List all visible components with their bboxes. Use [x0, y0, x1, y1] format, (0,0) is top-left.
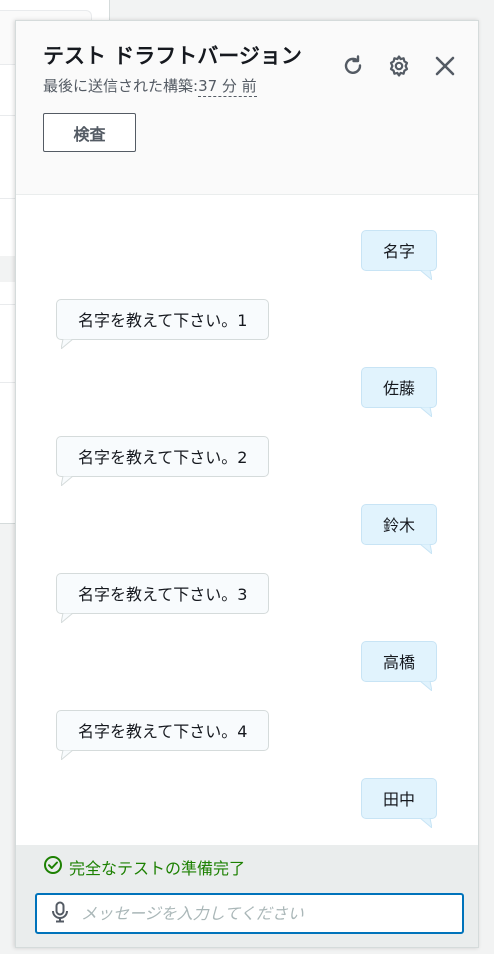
panel-title: テスト ドラフトバージョン — [43, 44, 302, 68]
refresh-icon[interactable] — [340, 53, 366, 79]
last-build-time[interactable]: 37 分 前 — [198, 77, 257, 97]
user-message: 名字 — [360, 230, 437, 280]
message-text: 高橋 — [382, 653, 415, 672]
inspect-button[interactable]: 検査 — [43, 113, 136, 152]
message-text: 佐藤 — [382, 379, 415, 398]
microphone-icon[interactable] — [51, 901, 69, 927]
chat-transcript: 名字名字を教えて下さい。1 佐藤名字を教えて下さい。2 鈴木名字を教えて下さい。3 高… — [16, 195, 478, 845]
test-status-text: 完全なテストの準備完了 — [69, 859, 246, 878]
bubble-tail — [61, 475, 73, 486]
test-draft-panel: テスト ドラフトバージョン 最後に送信された構築:37 分 前 検査 名字 名字… — [15, 20, 479, 948]
panel-header: テスト ドラフトバージョン 最後に送信された構築:37 分 前 検査 — [16, 21, 478, 195]
user-message: 田中 — [360, 778, 437, 828]
close-icon[interactable] — [432, 53, 458, 79]
message-text: 名字 — [382, 242, 415, 261]
bubble-tail — [61, 612, 73, 623]
bubble-tail — [61, 338, 73, 349]
header-actions — [340, 53, 458, 79]
message-text: 鈴木 — [382, 516, 415, 535]
gear-icon[interactable] — [386, 53, 412, 79]
bubble-tail — [420, 681, 432, 691]
test-status: 完全なテストの準備完了 — [43, 855, 464, 879]
message-text: 名字を教えて下さい。4 — [78, 721, 248, 741]
bot-message: 名字を教えて下さい。3 — [56, 572, 270, 623]
check-circle-icon — [43, 855, 63, 879]
message-text: 名字を教えて下さい。3 — [78, 584, 248, 604]
bubble-tail — [420, 818, 432, 828]
last-build-label: 最後に送信された構築: — [43, 77, 199, 95]
bubble-tail — [61, 749, 73, 760]
bubble-tail — [420, 544, 432, 554]
message-input-box[interactable] — [35, 893, 464, 934]
bot-message: 名字を教えて下さい。2 — [56, 435, 270, 486]
user-message: 高橋 — [360, 641, 437, 691]
user-message: 佐藤 — [360, 367, 437, 417]
user-message: 鈴木 — [360, 504, 437, 554]
bubble-tail — [420, 270, 432, 280]
bubble-tail — [420, 407, 432, 417]
bot-message: 名字を教えて下さい。4 — [56, 709, 270, 760]
message-text: 名字を教えて下さい。2 — [78, 447, 248, 467]
panel-footer: 完全なテストの準備完了 — [16, 845, 478, 947]
message-input[interactable] — [81, 904, 448, 923]
message-text: 名字を教えて下さい。1 — [78, 310, 248, 330]
bot-message: 名字を教えて下さい。1 — [56, 298, 270, 349]
message-text: 田中 — [382, 790, 415, 809]
